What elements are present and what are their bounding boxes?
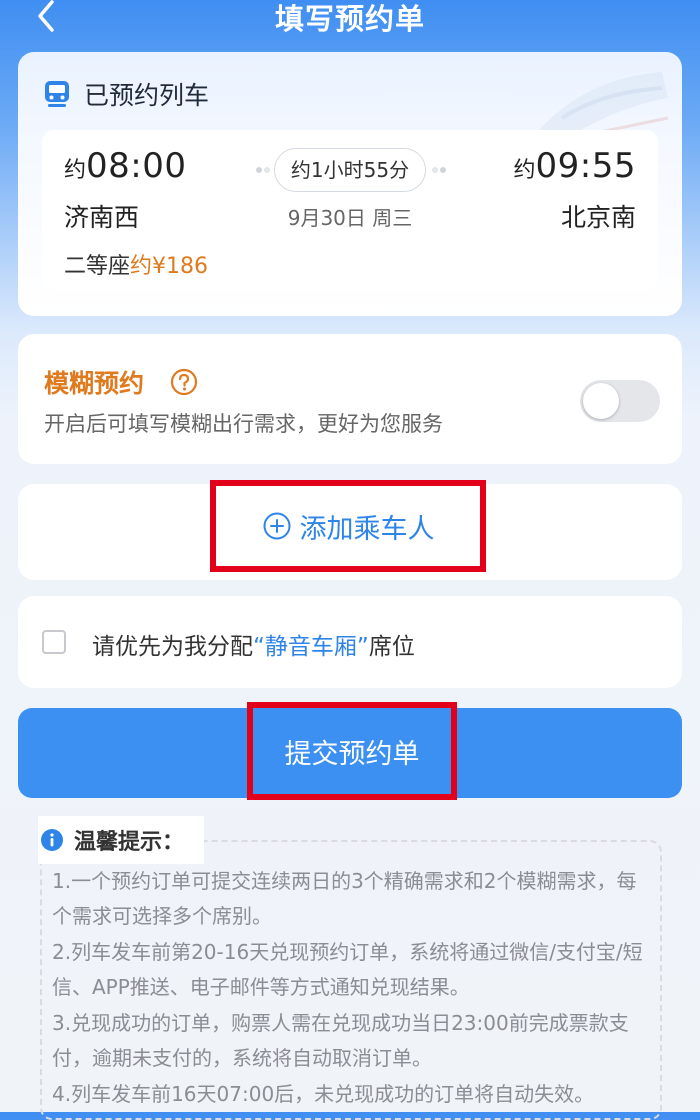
info-icon [41,829,63,851]
tips-title: 温馨提示： [74,830,185,855]
duration: 约1小时55分 [256,148,446,192]
duration-dot [432,167,438,173]
help-icon[interactable] [170,368,198,396]
fuzzy-reservation-title: 模糊预约 [44,369,145,398]
add-passenger-button[interactable]: 添加乘车人 [210,480,486,572]
train-icon [45,81,69,107]
seat-info: 二等座约¥186 [64,254,209,279]
fuzzy-reservation-toggle[interactable] [580,380,660,422]
duration-dot [264,167,270,173]
submit-highlight[interactable]: 提交预约单 [247,702,457,800]
quiet-car-checkbox[interactable] [42,630,66,654]
add-passenger-label: 添加乘车人 [299,513,435,545]
add-passenger-card: 添加乘车人 [18,480,682,580]
fuzzy-reservation-card: 模糊预约 开启后可填写模糊出行需求，更好为您服务 [18,334,682,464]
arrival-time: 约09:55 [513,146,636,186]
train-header-label: 已预约列车 [84,81,210,110]
duration-pill: 约1小时55分 [274,148,426,192]
train-header: 已预约列车 [44,76,209,112]
submit-button[interactable]: 提交预约单 [18,702,682,800]
reserved-train-card: 已预约列车 约08:00 约09:55 约1小时55分 9月30日 周三 济南西… [18,52,682,316]
tip-item: 4.列车发车前16天07:00后，未兑现成功的订单将自动失效。 [52,1082,595,1106]
departure-time: 约08:00 [64,146,187,186]
quiet-car-label[interactable]: 请优先为我分配“静音车厢”席位 [92,627,415,661]
train-detail-panel: 约08:00 约09:55 约1小时55分 9月30日 周三 济南西 北京南 二… [42,130,658,290]
nav-bar: 填写预约单 [0,0,700,40]
arrival-station: 北京南 [560,203,636,232]
departure-station: 济南西 [64,203,140,232]
toggle-knob [583,383,619,419]
price: 约¥186 [130,254,209,279]
submit-label: 提交预约单 [284,738,420,770]
tip-item: 1.一个预约订单可提交连续两日的3个精确需求和2个模糊需求，每个需求可选择多个席… [52,869,637,928]
tips-list: 1.一个预约订单可提交连续两日的3个精确需求和2个模糊需求，每个需求可选择多个席… [52,864,652,1113]
tip-item: 3.兑现成功的订单，购票人需在兑现成功当日23:00前完成票款支付，逾期未支付的… [52,1011,629,1070]
fuzzy-reservation-description: 开启后可填写模糊出行需求，更好为您服务 [44,412,443,436]
page-title: 填写预约单 [274,2,425,36]
tips-header: 温馨提示： [38,816,204,864]
add-circle-icon [263,512,290,540]
tip-item: 2.列车发车前第20-16天兑现预约订单，系统将通过微信/支付宝/短信、APP推… [52,940,643,999]
quiet-car-card: 请优先为我分配“静音车厢”席位 [18,596,682,688]
duration-dot [440,167,446,173]
duration-dot [256,167,262,173]
